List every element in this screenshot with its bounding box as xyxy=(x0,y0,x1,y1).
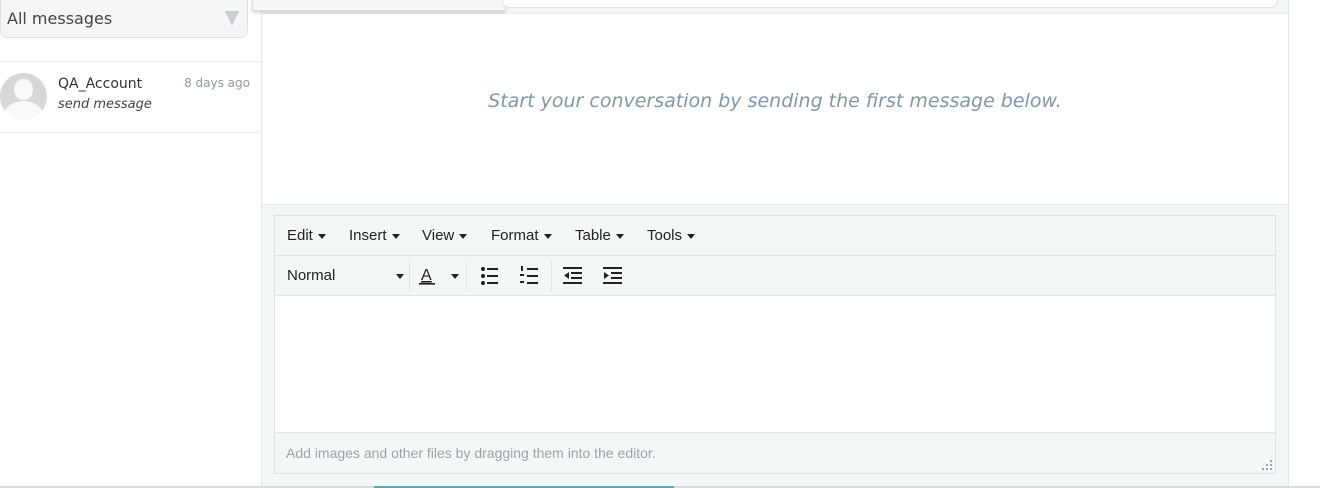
editor-menubar: Edit Insert View Format Table Tools xyxy=(275,216,1275,256)
indent-icon xyxy=(603,267,622,284)
chevron-down-icon xyxy=(225,11,239,26)
menu-insert[interactable]: Insert xyxy=(349,227,400,244)
conversation-name: QA_Account xyxy=(58,76,143,92)
message-filter-value: All messages xyxy=(7,9,113,28)
message-editor: Edit Insert View Format Table Tools Norm… xyxy=(274,215,1276,474)
conversation-list-item[interactable]: QA_Account send message 8 days ago xyxy=(0,61,261,133)
editor-toolbar: Normal A xyxy=(275,256,1275,296)
bullet-list-icon xyxy=(481,267,498,285)
caret-down-icon xyxy=(687,233,696,239)
messages-area: Start your conversation by sending the f… xyxy=(262,13,1288,205)
block-format-select[interactable]: Normal xyxy=(287,267,335,284)
numbered-list-button[interactable] xyxy=(516,263,542,289)
caret-down-icon xyxy=(317,233,326,239)
text-color-icon: A xyxy=(419,267,435,285)
conversation-header-field[interactable] xyxy=(502,0,1278,8)
menu-table[interactable]: Table xyxy=(575,227,624,244)
caret-down-icon xyxy=(459,233,468,239)
page-right-margin xyxy=(1288,0,1320,488)
indent-button[interactable] xyxy=(600,263,626,289)
conversation-pane: Start your conversation by sending the f… xyxy=(262,0,1288,488)
svg-text:A: A xyxy=(421,267,432,284)
caret-down-icon xyxy=(543,233,552,239)
attachment-hint: Add images and other files by dragging t… xyxy=(286,445,656,461)
conversation-list-pane: All messages QA_Account send message 8 d… xyxy=(0,0,262,488)
conversation-preview: send message xyxy=(58,97,152,112)
editor-statusbar: Add images and other files by dragging t… xyxy=(275,432,1275,473)
person-avatar-icon xyxy=(0,73,47,120)
message-filter-select[interactable]: All messages xyxy=(0,0,248,38)
text-color-button[interactable]: A xyxy=(415,263,441,289)
bullet-list-button[interactable] xyxy=(476,263,502,289)
caret-down-icon xyxy=(615,233,624,239)
menu-format[interactable]: Format xyxy=(491,227,552,244)
menu-edit[interactable]: Edit xyxy=(287,227,326,244)
dropdown-menu-edge xyxy=(252,0,506,11)
editor-content-area[interactable] xyxy=(275,296,1275,433)
outdent-button[interactable] xyxy=(560,263,586,289)
numbered-list-icon xyxy=(520,266,538,284)
text-color-caret-icon[interactable] xyxy=(451,274,459,279)
conversation-time: 8 days ago xyxy=(184,76,250,90)
menu-view[interactable]: View xyxy=(422,227,468,244)
caret-down-icon xyxy=(391,233,400,239)
resize-handle-icon[interactable] xyxy=(1262,460,1272,470)
outdent-icon xyxy=(563,267,582,284)
empty-conversation-text: Start your conversation by sending the f… xyxy=(488,90,1062,112)
block-format-caret-icon[interactable] xyxy=(396,274,404,279)
menu-tools[interactable]: Tools xyxy=(647,227,696,244)
